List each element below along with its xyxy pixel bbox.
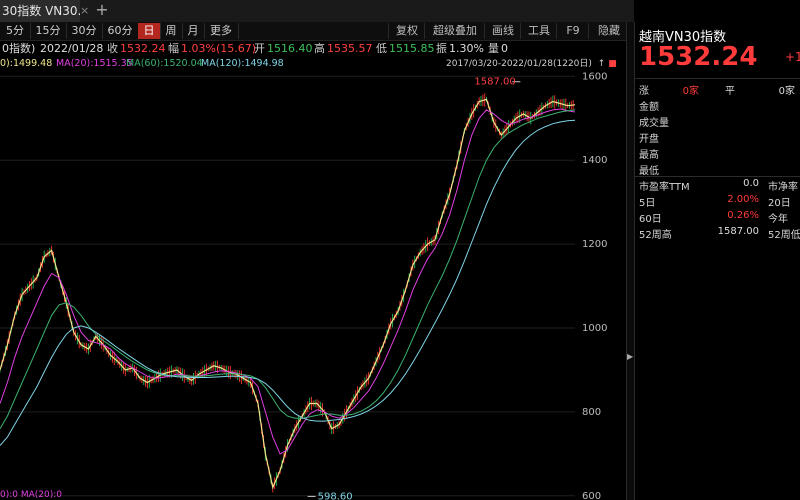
quote-change: +1: [785, 50, 800, 64]
draw-button[interactable]: 画线: [484, 23, 521, 39]
pb-label: 市净率: [768, 182, 798, 193]
close-label: 收: [107, 42, 118, 55]
lock-icon[interactable]: ■: [608, 59, 617, 69]
series-line-ma60: [0, 109, 576, 429]
series-line-ma5: [0, 98, 576, 490]
tab-bar: 30指数 VN30. × +: [0, 0, 634, 23]
52w-high-value: 1587.00: [717, 226, 759, 237]
close-tab-icon[interactable]: ×: [80, 0, 92, 22]
rise-label: 涨: [639, 86, 649, 97]
low-marker-label: 598.60: [318, 491, 353, 500]
flat-value: 0家: [778, 86, 795, 97]
y-tick-label: 1400: [582, 155, 607, 166]
ma60-legend: MA(60):1520.04: [126, 58, 203, 69]
open-label-right: 开盘: [639, 134, 659, 145]
high-value: 1535.57: [327, 42, 373, 55]
amount-label: 金额: [639, 102, 659, 113]
f9-button[interactable]: F9: [556, 23, 589, 39]
52w-low-label: 52周低: [768, 230, 800, 241]
low-label: 低: [376, 42, 387, 55]
arrow-up-icon[interactable]: ↑: [598, 59, 606, 69]
period-30min[interactable]: 30分: [66, 23, 103, 39]
date-range-bar: 2017/03/20-2022/01/28(1220日) ↑ ■: [446, 58, 634, 70]
ma-lines: [0, 98, 576, 490]
pe-label: 市盈率TTM: [639, 182, 690, 193]
low-label-right: 最低: [639, 166, 659, 177]
open-value: 1516.40: [267, 42, 313, 55]
kline-chart[interactable]: 1600 1400 1200 1000 800 600 1587.00 598.60: [0, 70, 626, 500]
60d-label: 60日: [639, 214, 662, 225]
high-label: 高: [314, 42, 325, 55]
index-name: 0指数): [2, 42, 36, 55]
high-marker-label: 1587.00: [474, 77, 515, 88]
period-more[interactable]: 更多: [204, 23, 239, 39]
5d-value: 2.00%: [727, 194, 759, 205]
tools-button[interactable]: 工具: [520, 23, 557, 39]
volume-value: 0: [501, 42, 508, 55]
candle-noise: [0, 93, 574, 493]
period-day[interactable]: 日: [138, 23, 161, 39]
52w-high-label: 52周高: [639, 230, 672, 241]
y-tick-label: 1000: [582, 323, 607, 334]
quote-price: 1532.24: [639, 42, 758, 72]
quote-info-bar: 0指数) 2022/01/28 收 1532.24 幅 1.03%(15.67)…: [0, 40, 634, 57]
20d-label: 20日: [768, 198, 791, 209]
ma5-legend: 0):1499.48: [0, 58, 53, 69]
period-15min[interactable]: 15分: [30, 23, 67, 39]
period-60min[interactable]: 60分: [102, 23, 139, 39]
amp-label: 振: [436, 42, 447, 55]
period-5min[interactable]: 5分: [0, 23, 31, 39]
high-label-right: 最高: [639, 150, 659, 161]
collapse-arrow-icon[interactable]: ▶: [627, 352, 633, 366]
chart-grid: [0, 75, 575, 497]
series-line-ma120: [0, 119, 576, 446]
add-tab-icon[interactable]: +: [92, 0, 112, 22]
y-axis: 1600 1400 1200 1000 800 600: [582, 71, 607, 500]
pe-value: 0.0: [743, 178, 759, 189]
period-week[interactable]: 周: [160, 23, 183, 39]
date-range: 2017/03/20-2022/01/28(1220日): [446, 59, 592, 69]
60d-value: 0.26%: [727, 210, 759, 221]
low-value: 1515.85: [389, 42, 435, 55]
change-value: 1.03%(15.67): [181, 42, 257, 55]
period-toolbar: 5分 15分 30分 60分 日 周 月 更多 复权 超级叠加 画线 工具 F9…: [0, 22, 634, 41]
volume-label: 量: [488, 42, 499, 55]
rise-value: 0家: [682, 86, 699, 97]
y-tick-label: 1200: [582, 239, 607, 250]
y-tick-label: 600: [582, 491, 601, 500]
y-tick-label: 1600: [582, 71, 607, 82]
5d-label: 5日: [639, 198, 656, 209]
period-month[interactable]: 月: [182, 23, 205, 39]
close-value: 1532.24: [120, 42, 166, 55]
y-tick-label: 800: [582, 407, 601, 418]
flat-label: 平: [725, 86, 735, 97]
tab-vn30[interactable]: 30指数 VN30.: [0, 0, 80, 22]
bar-date: 2022/01/28: [40, 42, 104, 55]
series-line-ma20: [0, 108, 576, 455]
quote-panel: 越南VN30指数 1532.24 +1 涨 0家 平 0家 金额 成交量 开盘 …: [634, 22, 800, 500]
open-label: 开: [254, 42, 265, 55]
adjust-button[interactable]: 复权: [388, 23, 425, 39]
volume-label-right: 成交量: [639, 118, 669, 129]
hide-button[interactable]: 隐藏: [588, 23, 629, 39]
change-label: 幅: [168, 42, 179, 55]
overlay-button[interactable]: 超级叠加: [424, 23, 485, 39]
amp-value: 1.30%: [449, 42, 484, 55]
ytd-label: 今年: [768, 214, 788, 225]
ma120-legend: MA(120):1494.98: [201, 58, 284, 69]
volume-ma-legend: 0):0 MA(20):0: [0, 490, 63, 500]
ma20-legend: MA(20):1515.35: [56, 58, 133, 69]
